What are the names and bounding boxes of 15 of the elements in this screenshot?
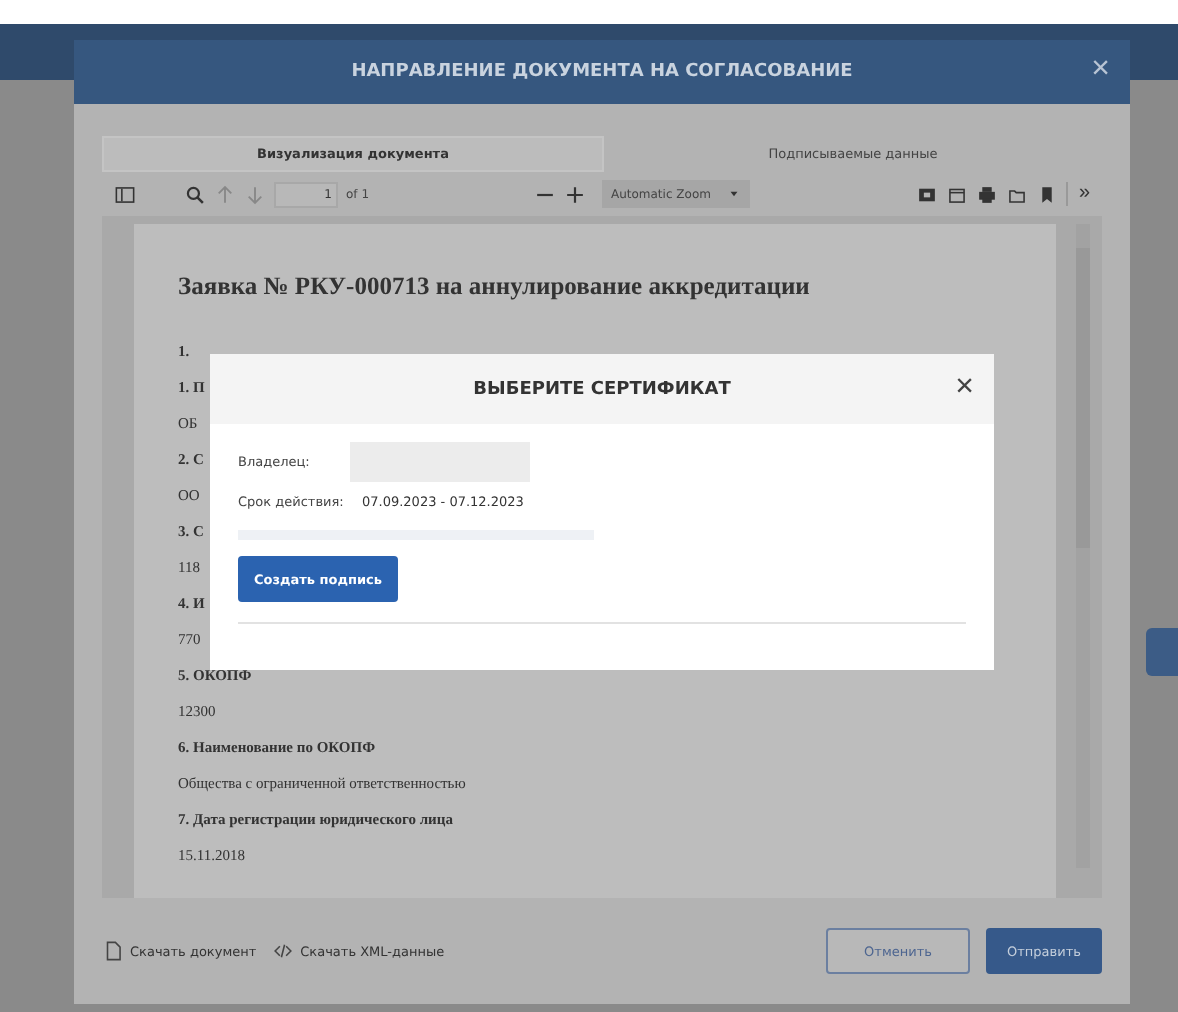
- caret-icon: [726, 186, 743, 202]
- document-title: Заявка № РКУ-000713 на аннулирование аккредитации: [178, 272, 812, 302]
- modal-title: НАПРАВЛЕНИЕ ДОКУМЕНТА НА СОГЛАСОВАНИЕ: [351, 62, 853, 82]
- dialog-title: ВЫБЕРИТЕ СЕРТИФИКАТ: [473, 379, 731, 399]
- search-icon[interactable]: [184, 183, 206, 205]
- print-icon[interactable]: [976, 183, 999, 205]
- presentation-icon[interactable]: [916, 183, 939, 205]
- document-icon[interactable]: [946, 183, 969, 205]
- file-icon: [102, 940, 124, 962]
- code-icon: [272, 940, 295, 962]
- more-button[interactable]: »: [1066, 182, 1090, 206]
- close-button[interactable]: ×: [947, 370, 982, 406]
- zoom-in-icon[interactable]: [564, 183, 587, 205]
- sidebar-toggle-icon[interactable]: [114, 183, 136, 205]
- close-button[interactable]: ×: [1083, 52, 1118, 88]
